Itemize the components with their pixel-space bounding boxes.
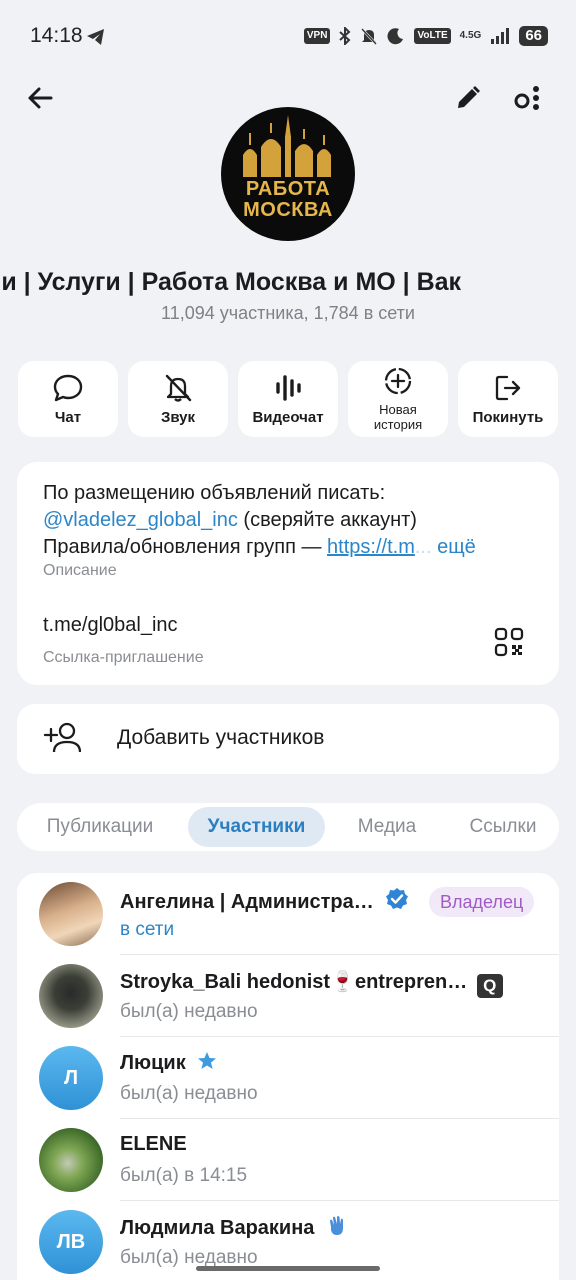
avatar [39, 964, 103, 1028]
status-bar: 14:18 VPN VoLTE 4.5G 66 [0, 0, 576, 76]
add-story-icon [384, 367, 412, 395]
chat-bubble-icon [53, 374, 83, 401]
chat-label: Чат [54, 408, 82, 426]
pencil-icon [458, 86, 480, 108]
avatar: ЛВ [39, 1210, 103, 1274]
description-line-2: @vladelez_global_inc (сверяйте аккаунт) [43, 507, 538, 534]
new-story-label-line2: история [373, 417, 423, 432]
q-emoji-icon: Q [476, 974, 503, 998]
description-line-2-rest: (сверяйте аккаунт) [237, 509, 417, 531]
member-name-text: Людмила Варакина [120, 1217, 315, 1239]
tab-links[interactable]: Ссылки [453, 807, 553, 847]
voice-wave-icon [276, 374, 301, 401]
member-row[interactable]: ELENE был(а) в 14:15 [17, 1119, 559, 1201]
description: По размещению объявлений писать: @vladel… [43, 480, 538, 561]
star-icon [198, 1052, 217, 1069]
member-row[interactable]: Stroyka_Bali hedonist🍷entrepren… Q был(а… [17, 955, 559, 1037]
videochat-button[interactable]: Видеочат [238, 361, 338, 437]
mute-icon [361, 28, 378, 45]
edit-button[interactable] [452, 82, 484, 114]
description-line-1: По размещению объявлений писать: [43, 482, 386, 504]
bluetooth-icon [339, 27, 351, 45]
new-story-button[interactable]: Новая история [348, 361, 448, 437]
tab-media[interactable]: Медиа [342, 807, 432, 847]
description-line-3-text: Правила/обновления групп — [43, 536, 328, 558]
verified-icon [386, 888, 409, 909]
avatar [39, 1128, 103, 1192]
action-buttons: Чат Звук Видеочат Новая история Покинуть [18, 361, 558, 437]
invite-link[interactable]: t.me/gl0bal_inc [43, 614, 178, 637]
back-button[interactable] [22, 80, 58, 116]
description-line-3: Правила/обновления групп — https://t.m..… [43, 536, 476, 558]
status-icons: VPN VoLTE 4.5G 66 [303, 26, 548, 46]
member-status: в сети [120, 919, 175, 940]
volte-icon: VoLTE [414, 28, 451, 44]
sound-label: Звук [160, 408, 196, 426]
new-story-label-line1: Новая [379, 402, 417, 417]
videochat-label: Видеочат [252, 408, 324, 426]
member-name: Люцик [120, 1051, 217, 1075]
new-story-label: Новая история [374, 402, 422, 432]
add-members-label: Добавить участников [117, 726, 325, 749]
member-name-text: Ангелина | Администра… [120, 891, 374, 913]
member-status: был(а) недавно [120, 1001, 258, 1022]
description-caption: Описание [43, 562, 117, 579]
vpn-icon: VPN [303, 28, 331, 44]
group-title: ии | Услуги | Работа Москва и МО | Вак [0, 268, 576, 302]
avatar-line-2: МОСКВА [243, 199, 333, 221]
battery-indicator: 66 [519, 26, 548, 46]
rules-link[interactable]: https://t.m [327, 536, 415, 558]
tab-members[interactable]: Участники [188, 807, 325, 847]
avatar-line-1: РАБОТА [245, 178, 331, 200]
group-avatar[interactable]: РАБОТА МОСКВА [221, 107, 355, 241]
avatar-caption: РАБОТА МОСКВА [221, 179, 355, 221]
member-name: Людмила Варакина [120, 1215, 348, 1240]
member-status: был(а) в 14:15 [120, 1165, 248, 1186]
members-list: Ангелина | Администра… Владелец в сети S… [17, 873, 559, 1280]
invite-link-caption: Ссылка-приглашение [43, 649, 204, 666]
member-name: Stroyka_Bali hedonist🍷entrepren… Q [120, 969, 503, 998]
qr-code-icon [494, 627, 524, 657]
add-user-icon [43, 722, 81, 753]
signal-icon [491, 28, 510, 44]
qr-code-button[interactable] [491, 624, 527, 660]
bell-off-icon [165, 374, 192, 402]
member-status: был(а) недавно [120, 1083, 258, 1104]
member-name: Ангелина | Администра… [120, 887, 409, 914]
group-member-count: 11,094 участника, 1,784 в сети [161, 303, 415, 323]
add-members-button[interactable]: Добавить участников [17, 704, 559, 774]
member-name: ELENE [120, 1133, 187, 1156]
more-options-button[interactable] [510, 82, 544, 114]
sound-button[interactable]: Звук [128, 361, 228, 437]
show-more-link[interactable]: ещё [437, 536, 476, 558]
member-row[interactable]: Ангелина | Администра… Владелец в сети [17, 873, 559, 955]
leave-label: Покинуть [472, 408, 544, 426]
leave-button[interactable]: Покинуть [458, 361, 558, 437]
member-name-text: Stroyka_Bali hedonist🍷entrepren… [120, 971, 468, 993]
telegram-notification-icon [87, 29, 104, 45]
member-name-text: ELENE [120, 1133, 187, 1155]
moon-icon [387, 28, 404, 45]
status-time: 14:18 [30, 24, 83, 47]
home-indicator[interactable] [196, 1266, 380, 1271]
more-icon [514, 86, 539, 110]
profile-tabs: Публикации Участники Медиа Ссылки [17, 803, 559, 851]
leave-icon [495, 375, 521, 400]
info-card: По размещению объявлений писать: @vladel… [17, 462, 559, 685]
back-arrow-icon [28, 87, 53, 109]
member-name-text: Люцик [120, 1052, 186, 1074]
tab-publications[interactable]: Публикации [27, 807, 173, 847]
contact-handle-link[interactable]: @vladelez_global_inc [43, 509, 238, 531]
chat-button[interactable]: Чат [18, 361, 118, 437]
avatar [39, 882, 103, 946]
network-type: 4.5G [459, 30, 482, 41]
waving-hand-icon [330, 1216, 343, 1235]
avatar: Л [39, 1046, 103, 1110]
member-row[interactable]: Л Люцик был(а) недавно [17, 1037, 559, 1119]
group-title-text: ии | Услуги | Работа Москва и МО | Вак [0, 268, 462, 296]
owner-badge: Владелец [429, 887, 535, 917]
